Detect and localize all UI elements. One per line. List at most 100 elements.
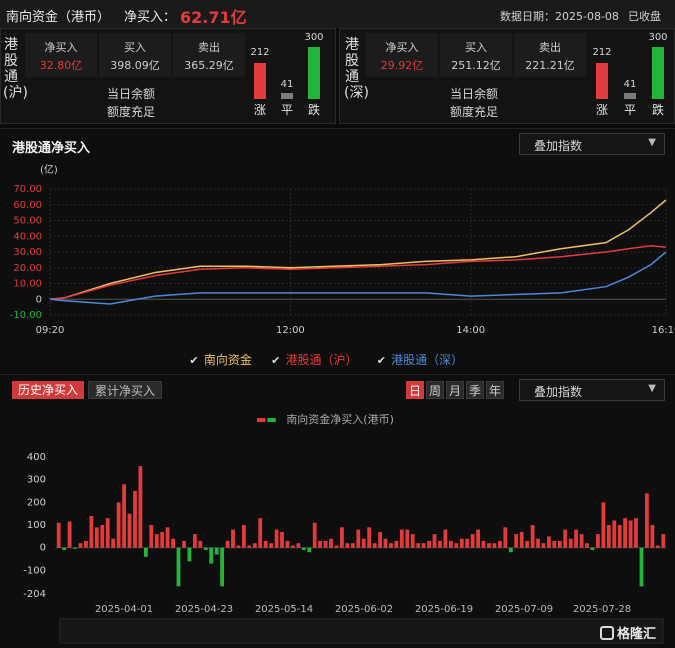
- bar: [552, 540, 557, 548]
- intraday-section: 港股通净买入 叠加指数 ▼ (亿) 70.00 60.00 50.00 40.00 30…: [0, 128, 675, 372]
- market-status: 已收盘: [628, 10, 661, 23]
- sell-cell-value: 221.21亿: [525, 59, 575, 72]
- bar: [519, 531, 524, 548]
- panel-shenzhen: 港股通(深) 净买入 29.92亿 买入 251.12亿 卖出 221.21亿 …: [339, 28, 675, 124]
- x-tick-label: 2025-04-01: [95, 604, 153, 615]
- sell-cell-label: 卖出: [198, 41, 220, 54]
- bar: [56, 522, 61, 548]
- buy-cell-label: 买入: [465, 41, 487, 54]
- bar: [568, 538, 573, 548]
- bar: [487, 543, 491, 548]
- header-bar: 南向资金（港币） 净买入： 62.71亿 数据日期：2025-08-08 已收盘: [0, 0, 675, 28]
- bar: [236, 545, 241, 548]
- bar: [574, 529, 578, 548]
- bar: [133, 491, 137, 548]
- y-tick-label: -204: [23, 589, 46, 600]
- down-count: 300: [304, 32, 324, 43]
- bar: [176, 547, 181, 587]
- y-tick-label: 0: [40, 543, 46, 554]
- bar: [601, 502, 606, 548]
- flat-count: 41: [280, 79, 294, 90]
- bar: [606, 525, 611, 548]
- x-tick-label: 2025-06-02: [335, 604, 393, 615]
- x-tick-label: 12:00: [276, 325, 305, 336]
- bar: [585, 543, 589, 548]
- bar: [154, 534, 159, 548]
- x-tick-label: 2025-07-28: [573, 604, 631, 615]
- flat-count: 41: [623, 79, 637, 90]
- bar: [160, 531, 165, 548]
- x-tick-label: 14:00: [456, 325, 485, 336]
- bar: [410, 534, 415, 548]
- history-section: 历史净买入 累计净买入 日 周 月 季 年 叠加指数 ▼ ▬▬ 南向资金净买入(…: [0, 374, 675, 648]
- y-tick-label: -100: [23, 565, 46, 576]
- bar: [356, 529, 361, 548]
- bar: [628, 520, 633, 548]
- bar: [285, 540, 290, 548]
- check-icon: ✔: [271, 354, 281, 367]
- brand-logo: 格隆汇: [600, 623, 656, 642]
- bar: [247, 545, 252, 548]
- quota-line2: 额度充足: [450, 105, 499, 119]
- bar: [138, 466, 143, 548]
- logo-text: 格隆汇: [617, 627, 657, 642]
- bar: [427, 540, 431, 548]
- bar: [476, 529, 480, 548]
- bar: [645, 493, 649, 548]
- legend-item-shenzhen[interactable]: ✔ 港股通（深）: [375, 353, 463, 367]
- bar: [258, 518, 263, 548]
- bar: [372, 543, 377, 548]
- y-tick-label: 60.00: [13, 200, 42, 211]
- bar: [514, 534, 519, 548]
- x-tick-label: 09:20: [36, 325, 65, 336]
- bar: [492, 543, 497, 548]
- panel-label: 港股通(深): [344, 37, 369, 101]
- bar: [127, 513, 132, 548]
- buy-cell-value: 398.09亿: [110, 59, 160, 72]
- page-title: 南向资金（港币）: [6, 10, 111, 25]
- bar: [536, 538, 540, 548]
- y-tick-label: -10.00: [10, 310, 42, 321]
- bar: [530, 525, 535, 548]
- buy-cell-label: 买入: [124, 41, 146, 54]
- bar: [361, 538, 366, 548]
- legend-item-southbound[interactable]: ✔ 南向资金: [188, 353, 256, 367]
- bar: [350, 543, 355, 548]
- flat-label: 平: [280, 103, 293, 117]
- down-label: 跌: [307, 103, 320, 117]
- bar: [291, 545, 295, 548]
- bar: [296, 543, 301, 548]
- buy-cell-value: 251.12亿: [451, 59, 501, 72]
- y-tick-label: 40.00: [13, 231, 42, 242]
- bar: [367, 527, 372, 548]
- bar: [340, 527, 344, 548]
- bar: [449, 540, 453, 548]
- bar: [498, 540, 502, 548]
- bar: [378, 531, 382, 548]
- panel-shanghai: 港股通(沪) 净买入 32.80亿 买入 398.09亿 卖出 365.29亿 …: [0, 28, 336, 124]
- x-tick-label: 16:10: [652, 325, 675, 336]
- net-buy-cell-value: 29.92亿: [380, 59, 424, 72]
- bar: [399, 529, 404, 548]
- x-tick-label: 2025-05-14: [255, 604, 313, 615]
- y-tick-label: 70.00: [13, 184, 42, 195]
- intraday-legend: ✔ 南向资金 ✔ 港股通（沪） ✔ 港股通（深）: [188, 351, 508, 368]
- bar: [639, 547, 644, 587]
- bar: [67, 521, 72, 548]
- bar: [225, 540, 230, 548]
- legend-item-shanghai[interactable]: ✔ 港股通（沪）: [270, 353, 362, 367]
- intraday-line-chart: 70.00 60.00 50.00 40.00 30.00 20.00 10.00 0 -10.…: [10, 184, 675, 336]
- bar: [525, 540, 529, 548]
- legend-label: 港股通（沪）: [285, 353, 358, 367]
- bar: [214, 547, 219, 555]
- net-buy-cell: 净买入 32.80亿: [25, 33, 97, 77]
- bar: [481, 540, 486, 548]
- bar: [547, 536, 551, 548]
- bar: [263, 540, 268, 548]
- up-label: 涨: [253, 103, 266, 117]
- bar: [389, 543, 393, 548]
- range-scrollbar[interactable]: [59, 618, 664, 644]
- net-buy-cell-label: 净买入: [44, 41, 78, 54]
- bar: [612, 520, 617, 548]
- sell-cell-label: 卖出: [539, 41, 561, 54]
